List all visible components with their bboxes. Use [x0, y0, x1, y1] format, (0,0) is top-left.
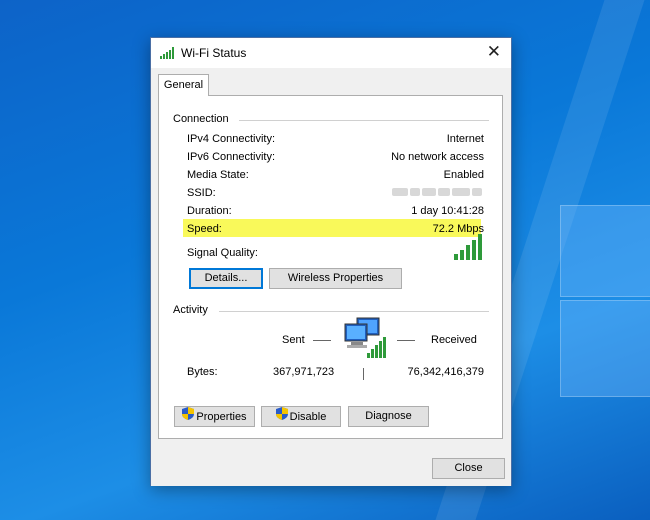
ipv4-label: IPv4 Connectivity:: [187, 133, 276, 145]
media-state-value: Enabled: [443, 169, 484, 181]
wifi-status-dialog: Wi-Fi Status ✕ General Connection IPv4 C…: [150, 37, 512, 486]
ipv6-value: No network access: [391, 151, 484, 163]
diagnose-button[interactable]: Diagnose: [348, 406, 429, 427]
bytes-divider: [363, 368, 364, 380]
disable-button[interactable]: Disable: [261, 406, 341, 427]
wireless-properties-button[interactable]: Wireless Properties: [269, 268, 402, 289]
sent-connector-line: [313, 340, 331, 341]
received-connector-line: [397, 340, 415, 341]
window-title: Wi-Fi Status: [181, 46, 247, 60]
group-divider: [239, 120, 489, 121]
ssid-label: SSID:: [187, 187, 216, 199]
activity-group-label: Activity: [173, 304, 208, 316]
title-bar[interactable]: Wi-Fi Status ✕: [151, 38, 511, 68]
signal-bars-icon: [454, 234, 484, 263]
media-state-label: Media State:: [187, 169, 249, 181]
uac-shield-icon: [182, 407, 195, 427]
bytes-label: Bytes:: [187, 366, 218, 378]
uac-shield-icon: [275, 407, 288, 427]
ssid-value-redacted: [392, 187, 484, 197]
dialog-body: General Connection IPv4 Connectivity: In…: [151, 68, 511, 486]
close-window-button[interactable]: ✕: [487, 42, 501, 62]
bytes-sent-value: 367,971,723: [273, 366, 335, 378]
connection-group-label: Connection: [173, 113, 229, 125]
wifi-signal-icon: [160, 47, 176, 62]
sent-label: Sent: [282, 334, 305, 346]
speed-label: Speed:: [187, 223, 222, 235]
group-divider: [219, 311, 489, 312]
windows-logo-pane: [560, 205, 650, 297]
tab-general[interactable]: General: [158, 74, 209, 96]
duration-label: Duration:: [187, 205, 232, 217]
properties-button-label: Properties: [196, 410, 247, 423]
duration-value: 1 day 10:41:28: [411, 205, 484, 217]
disable-button-label: Disable: [289, 410, 327, 423]
close-button[interactable]: Close: [432, 458, 505, 479]
ipv4-value: Internet: [446, 133, 484, 145]
windows-logo-pane: [560, 300, 650, 397]
network-computers-icon: [343, 316, 389, 363]
general-tab-panel: Connection IPv4 Connectivity: Internet I…: [158, 95, 503, 439]
bytes-received-value: 76,342,416,379: [407, 366, 484, 378]
details-button[interactable]: Details...: [189, 268, 263, 289]
received-label: Received: [431, 334, 477, 346]
properties-button[interactable]: Properties: [174, 406, 255, 427]
signal-quality-label: Signal Quality:: [187, 247, 258, 259]
ipv6-label: IPv6 Connectivity:: [187, 151, 276, 163]
